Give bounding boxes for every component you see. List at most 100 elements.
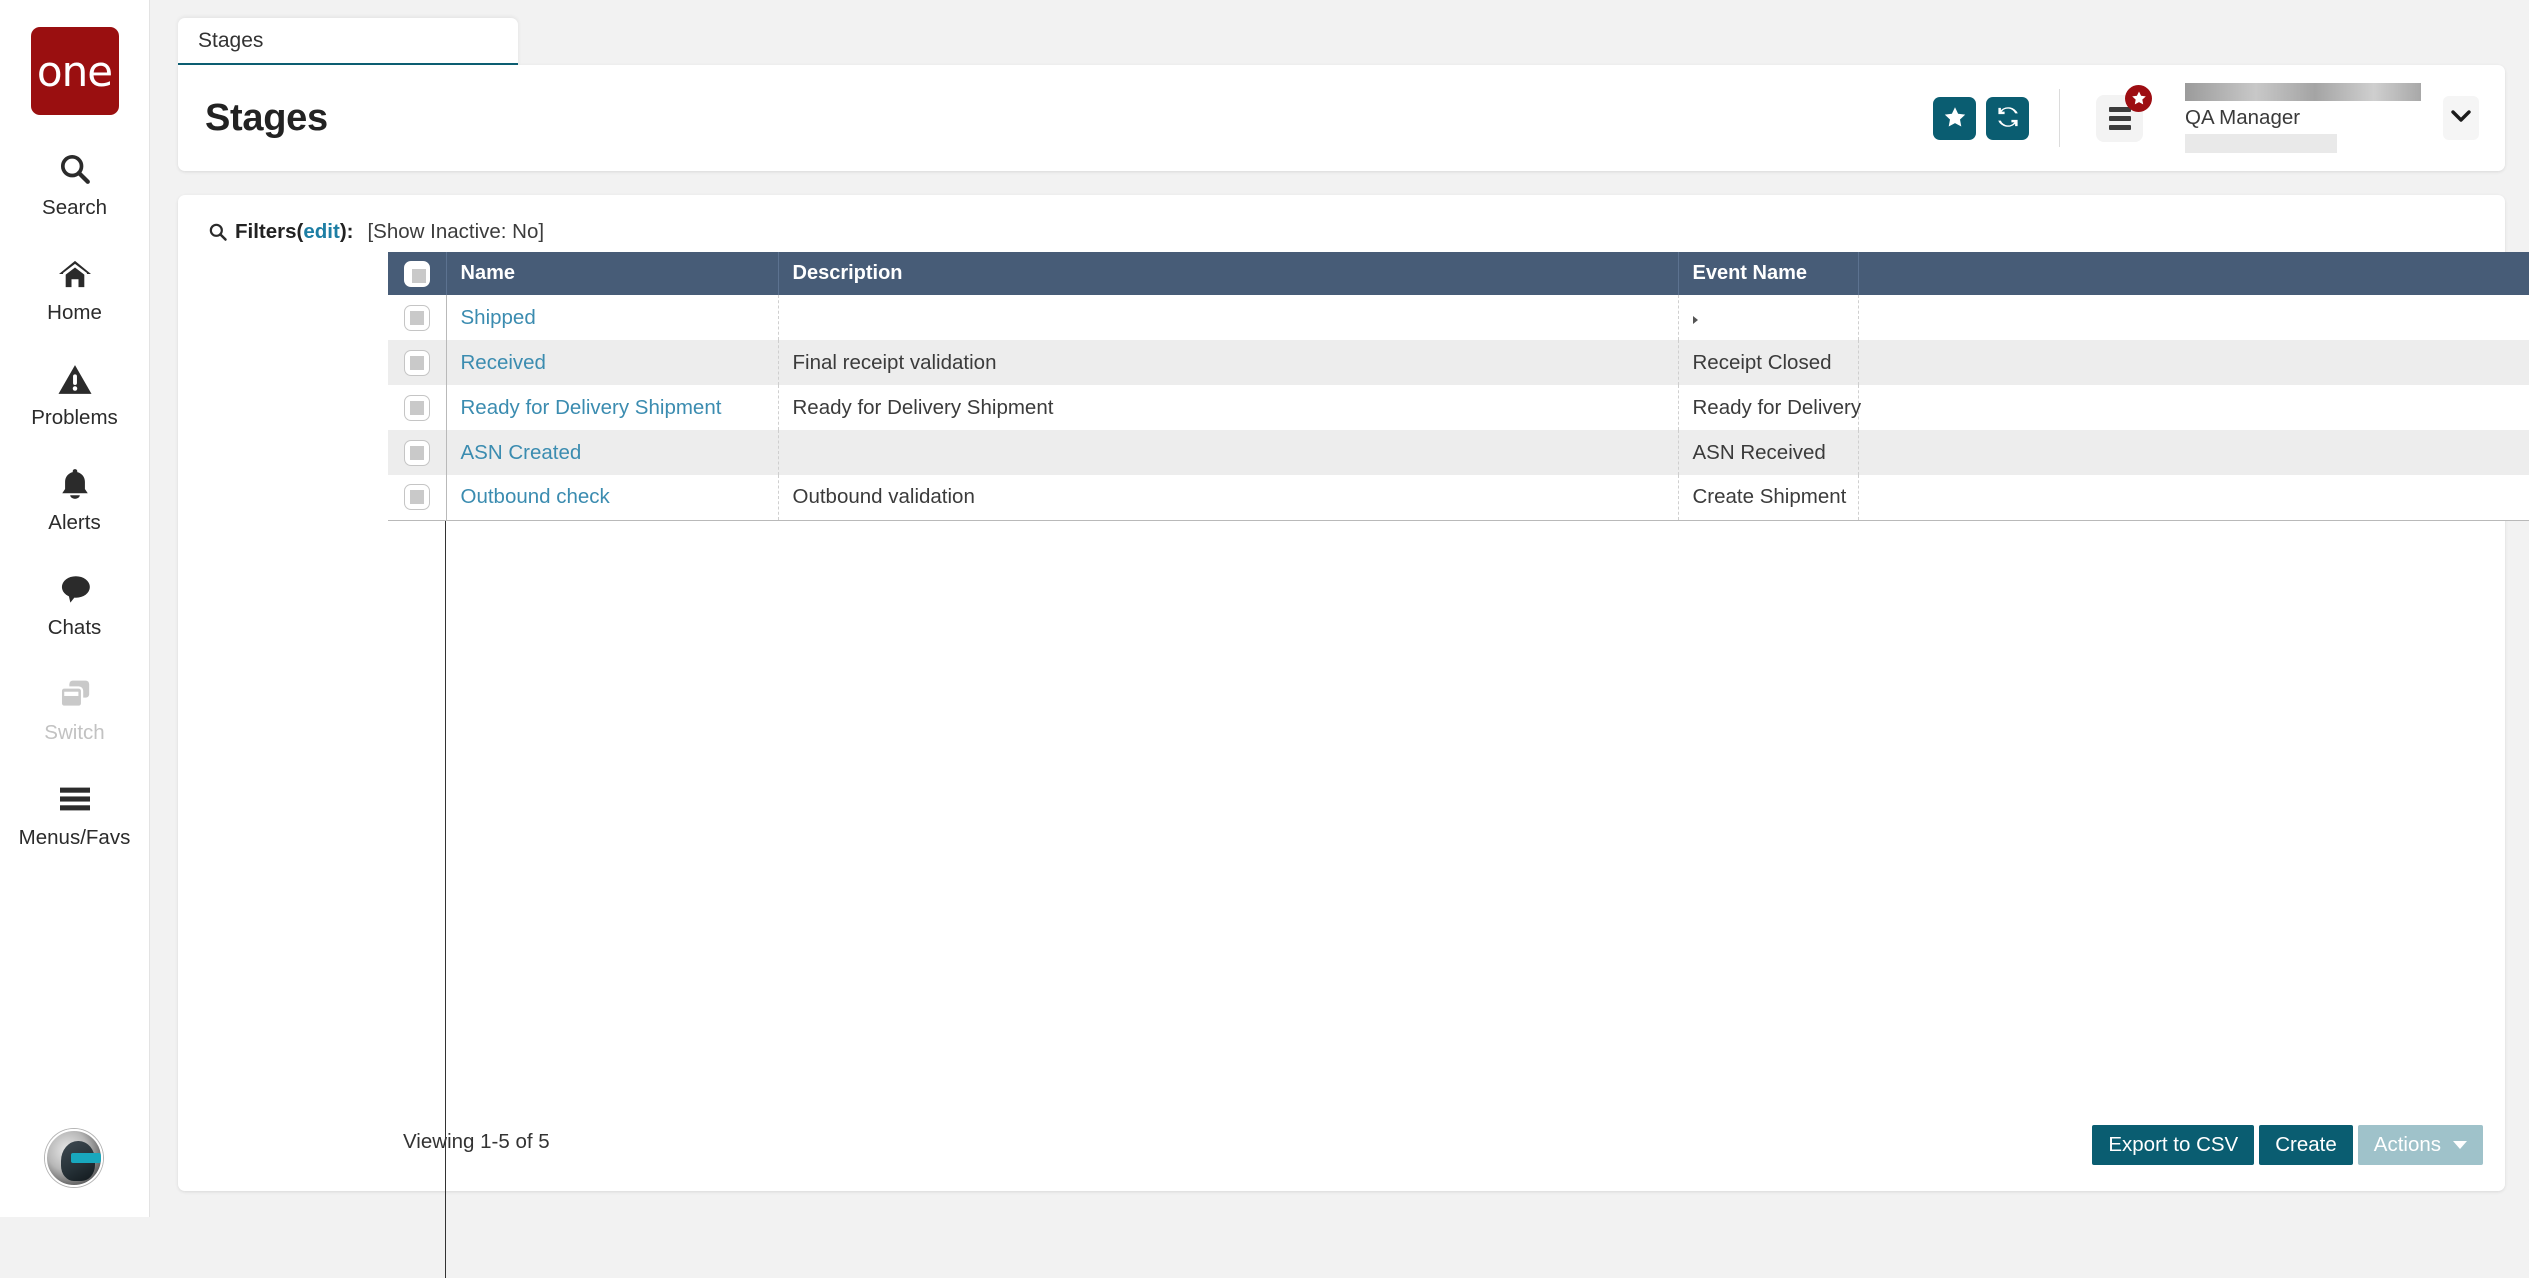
- filters-label: Filters: [235, 220, 297, 243]
- column-header-event-name[interactable]: Event Name: [1678, 252, 1859, 295]
- sidebar-item-label: Menus/Favs: [18, 826, 131, 849]
- row-checkbox[interactable]: [403, 484, 430, 511]
- cell-filler: [1858, 475, 2529, 521]
- row-checkbox[interactable]: [403, 439, 430, 466]
- user-info[interactable]: QA Manager: [2185, 82, 2421, 154]
- cell-name: ASN Created: [446, 430, 779, 475]
- select-all-header: [388, 252, 447, 295]
- row-select-cell: [388, 475, 447, 521]
- cell-name: Shipped: [446, 295, 779, 340]
- stage-name-link[interactable]: ASN Created: [461, 441, 582, 464]
- table-row[interactable]: Ready for Delivery Shipment Ready for Del…: [388, 385, 2529, 430]
- sidebar-item-search[interactable]: Search: [0, 149, 150, 220]
- filters-paren-close: ): [339, 220, 347, 243]
- brand-logo-text: one: [36, 46, 113, 96]
- star-badge-icon: [2125, 84, 2152, 112]
- hamburger-icon: [57, 779, 93, 819]
- sidebar-item-label: Alerts: [48, 511, 101, 534]
- table-row[interactable]: Received Final receipt validation Receipt …: [388, 340, 2529, 385]
- row-select-cell: [388, 295, 447, 340]
- user-org-redacted: [2185, 134, 2337, 154]
- cell-description: Final receipt validation: [778, 340, 1679, 385]
- cell-filler: [1858, 385, 2529, 430]
- sidebar-item-switch[interactable]: Switch: [0, 674, 150, 745]
- page-header: Stages QA Manager: [178, 65, 2505, 171]
- page-title: Stages: [205, 96, 328, 139]
- row-checkbox[interactable]: [403, 304, 430, 331]
- menu-list-icon-bar: [2108, 124, 2131, 130]
- stage-name-link[interactable]: Ready for Delivery Shipment: [461, 396, 722, 419]
- table-body: Shipped Received Final receipt validation R…: [388, 295, 2529, 521]
- column-header-name[interactable]: Name: [446, 252, 779, 295]
- table-row[interactable]: ASN Created ASN Received: [388, 430, 2529, 475]
- select-all-checkbox[interactable]: [403, 260, 430, 287]
- cell-event-name: [1678, 295, 1859, 340]
- user-name-redacted: [2185, 82, 2421, 101]
- row-select-cell: [388, 430, 447, 475]
- row-select-cell: [388, 385, 447, 430]
- search-icon: [58, 149, 92, 189]
- row-checkbox[interactable]: [403, 349, 430, 376]
- cell-name: Ready for Delivery Shipment: [446, 385, 779, 430]
- sidebar-item-alerts[interactable]: Alerts: [0, 464, 150, 535]
- content-panel: Filters ( edit ) : [Show Inactive: No] N…: [178, 195, 2529, 1278]
- avatar-visor: [71, 1153, 101, 1163]
- table-header: Name Description Event Name: [388, 252, 2529, 295]
- warning-icon: [57, 359, 93, 399]
- cell-filler: [1858, 430, 2529, 475]
- table-row[interactable]: Shipped: [388, 295, 2529, 340]
- stages-table: Name Description Event Name Shipped Recei…: [388, 252, 2529, 521]
- cell-filler: [1858, 340, 2529, 385]
- chat-icon: [57, 569, 93, 609]
- actions-button[interactable]: Actions: [2357, 1125, 2483, 1165]
- cell-event-name: ASN Received: [1678, 430, 1859, 475]
- left-nav-rail: one Search Home Problems Alerts Chats Sw…: [0, 0, 150, 1217]
- cell-description: [778, 430, 1679, 475]
- stage-name-link[interactable]: Shipped: [461, 306, 536, 329]
- stage-name-link[interactable]: Outbound check: [461, 485, 610, 508]
- actions-button-label: Actions: [2373, 1133, 2441, 1156]
- sidebar-item-label: Switch: [44, 721, 105, 744]
- sidebar-item-label: Chats: [47, 616, 102, 639]
- filters-summary: [Show Inactive: No]: [367, 220, 545, 243]
- menu-list-icon: [2108, 106, 2131, 112]
- menu-list-icon-bar: [2108, 115, 2131, 121]
- switch-icon: [58, 674, 92, 714]
- brand-logo[interactable]: one: [30, 27, 119, 115]
- filters-paren-open: (: [296, 220, 304, 243]
- sidebar-item-home[interactable]: Home: [0, 254, 150, 325]
- sidebar-item-problems[interactable]: Problems: [0, 359, 150, 430]
- chevron-down-icon: [2451, 109, 2471, 128]
- export-to-csv-button[interactable]: Export to CSV: [2092, 1125, 2255, 1165]
- table-row[interactable]: Outbound check Outbound validation Create …: [388, 475, 2529, 521]
- search-icon: [208, 222, 228, 242]
- avatar[interactable]: [45, 1129, 103, 1187]
- sidebar-item-label: Search: [42, 196, 107, 219]
- favorite-button[interactable]: [1933, 96, 1976, 140]
- cell-caret-icon: [1692, 315, 1698, 324]
- filters-bar: Filters ( edit ) : [Show Inactive: No]: [208, 220, 544, 244]
- grid-empty-guide: [388, 478, 446, 1278]
- cell-description: Outbound validation: [778, 475, 1679, 521]
- sidebar-item-menus-favs[interactable]: Menus/Favs: [0, 779, 150, 850]
- column-header-description[interactable]: Description: [778, 252, 1679, 295]
- row-select-cell: [388, 340, 447, 385]
- sidebar-item-label: Home: [47, 301, 102, 324]
- viewing-count: Viewing 1-5 of 5: [403, 1130, 550, 1153]
- tab-stages[interactable]: Stages: [178, 18, 518, 66]
- menus-favs-button[interactable]: [2096, 84, 2152, 142]
- user-menu-button[interactable]: [2443, 96, 2479, 140]
- refresh-button[interactable]: [1986, 96, 2029, 140]
- sidebar-item-chats[interactable]: Chats: [0, 569, 150, 640]
- cell-filler: [1858, 295, 2529, 340]
- create-button[interactable]: Create: [2259, 1125, 2353, 1165]
- cell-name: Outbound check: [446, 475, 779, 521]
- star-icon: [1943, 105, 1967, 132]
- filters-edit-link[interactable]: edit: [303, 220, 339, 244]
- cell-description: [778, 295, 1679, 340]
- bell-icon: [59, 464, 91, 504]
- home-icon: [57, 254, 93, 294]
- row-checkbox[interactable]: [403, 394, 430, 421]
- stage-name-link[interactable]: Received: [461, 351, 546, 374]
- cell-name: Received: [446, 340, 779, 385]
